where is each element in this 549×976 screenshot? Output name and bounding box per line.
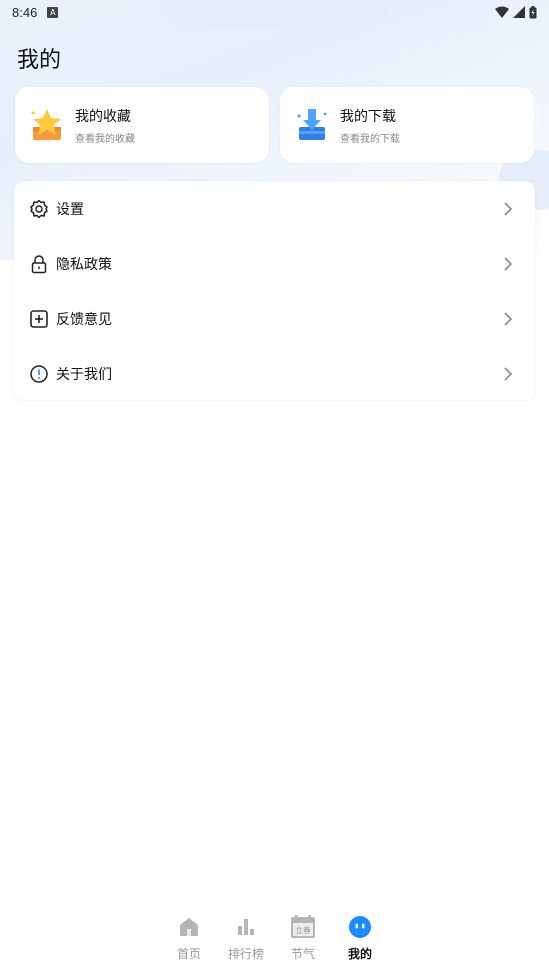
chevron-right-icon — [504, 256, 513, 271]
page-title: 我的 — [17, 48, 62, 73]
tab-profile[interactable]: 我的 — [332, 905, 389, 976]
status-icons — [495, 5, 537, 19]
menu-label-privacy: 隐私政策 — [56, 256, 112, 273]
tab-label-home: 首页 — [176, 947, 201, 961]
bottom-tab-bar: 首页 排行榜 立春 节气 我的 — [0, 905, 549, 976]
info-circle-icon — [30, 364, 48, 383]
gear-icon — [30, 199, 48, 218]
favorites-card-text: 我的收藏 查看我的收藏 — [75, 106, 135, 145]
chevron-right-icon — [504, 366, 513, 381]
downloads-subtitle: 查看我的下载 — [340, 133, 400, 145]
status-bar: 8:46 A — [0, 0, 549, 24]
downloads-title: 我的下载 — [340, 108, 396, 125]
menu-item-feedback[interactable]: 反馈意见 — [14, 291, 535, 346]
menu-item-settings[interactable]: 设置 — [14, 181, 535, 236]
calendar-icon-text: 立春 — [295, 925, 311, 935]
menu-item-privacy[interactable]: 隐私政策 — [14, 236, 535, 291]
status-time: 8:46 — [12, 4, 38, 20]
favorites-card[interactable]: 我的收藏 查看我的收藏 — [15, 87, 269, 163]
notification-icon: A — [47, 6, 59, 18]
tab-label-solar-terms: 节气 — [290, 947, 315, 961]
chevron-right-icon — [504, 311, 513, 326]
favorites-title: 我的收藏 — [75, 108, 131, 125]
menu-label-about: 关于我们 — [56, 366, 112, 383]
tab-ranking[interactable]: 排行榜 — [218, 905, 275, 976]
bar-chart-icon — [238, 919, 254, 935]
tab-home[interactable]: 首页 — [161, 905, 218, 976]
tab-label-ranking: 排行榜 — [227, 947, 264, 961]
tab-label-profile: 我的 — [347, 947, 372, 961]
downloads-card[interactable]: 我的下载 查看我的下载 — [280, 87, 534, 163]
calendar-icon: 立春 — [291, 915, 315, 938]
wifi-icon — [495, 6, 509, 18]
battery-icon — [529, 5, 537, 18]
menu-label-settings: 设置 — [56, 201, 84, 218]
downloads-card-text: 我的下载 查看我的下载 — [340, 106, 400, 145]
download-box-icon — [297, 109, 327, 140]
profile-icon — [349, 916, 371, 938]
tab-solar-terms[interactable]: 立春 节气 — [275, 905, 332, 976]
menu-label-feedback: 反馈意见 — [56, 311, 112, 328]
plus-square-icon — [30, 309, 48, 328]
chevron-right-icon — [504, 201, 513, 216]
settings-menu: 设置 隐私政策 反馈意见 关于我们 — [14, 181, 535, 400]
home-icon — [180, 918, 198, 936]
lock-icon — [31, 254, 47, 273]
favorites-subtitle: 查看我的收藏 — [75, 133, 135, 145]
signal-icon — [513, 6, 525, 18]
star-box-icon — [31, 109, 61, 140]
menu-item-about[interactable]: 关于我们 — [14, 346, 535, 401]
